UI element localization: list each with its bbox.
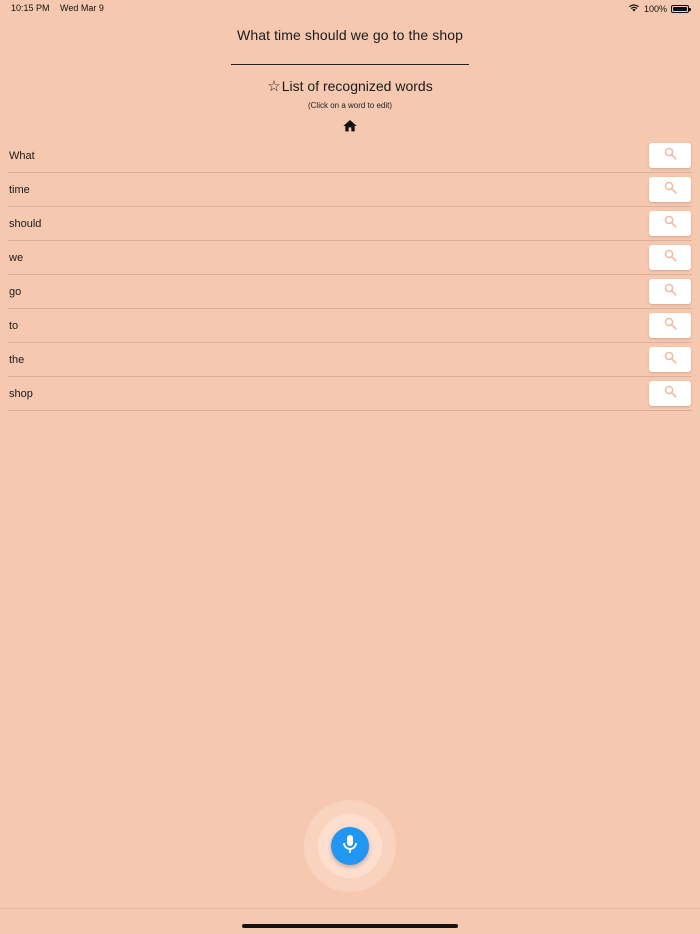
word-row[interactable]: time — [8, 173, 692, 207]
star-outline-icon: ☆ — [267, 78, 281, 95]
status-right: 100% — [628, 3, 691, 14]
microphone-button[interactable] — [331, 827, 369, 865]
recognized-sentence: What time should we go to the shop — [237, 27, 463, 43]
search-icon — [664, 317, 677, 335]
status-left: 10:15 PM Wed Mar 9 — [11, 3, 104, 13]
status-bar: 10:15 PM Wed Mar 9 100% — [0, 0, 700, 18]
search-button[interactable] — [649, 245, 691, 270]
divider — [231, 64, 469, 65]
status-date: Wed Mar 9 — [60, 3, 104, 13]
word-row[interactable]: What — [8, 139, 692, 173]
search-button[interactable] — [649, 279, 691, 304]
wifi-icon — [628, 3, 640, 14]
word-text[interactable]: should — [8, 218, 41, 230]
word-row[interactable]: to — [8, 309, 692, 343]
search-button[interactable] — [649, 381, 691, 406]
word-text[interactable]: time — [8, 184, 30, 196]
battery-icon — [671, 4, 691, 13]
search-icon — [664, 385, 677, 403]
word-text[interactable]: go — [8, 286, 21, 298]
search-button[interactable] — [649, 177, 691, 202]
word-text[interactable]: What — [8, 150, 35, 162]
word-row[interactable]: shop — [8, 377, 692, 411]
search-button[interactable] — [649, 347, 691, 372]
battery-fill — [673, 6, 687, 11]
word-row[interactable]: should — [8, 207, 692, 241]
word-list: What time should we go to the shop — [8, 139, 692, 411]
bottom-divider — [0, 908, 700, 909]
word-row[interactable]: the — [8, 343, 692, 377]
search-icon — [664, 147, 677, 165]
word-text[interactable]: we — [8, 252, 23, 264]
word-text[interactable]: to — [8, 320, 18, 332]
home-button[interactable] — [342, 118, 358, 134]
list-title: ☆List of recognized words — [0, 77, 700, 95]
search-button[interactable] — [649, 313, 691, 338]
edit-hint: (Click on a word to edit) — [307, 101, 393, 110]
microphone-icon — [341, 834, 359, 859]
word-row[interactable]: go — [8, 275, 692, 309]
search-button[interactable] — [649, 211, 691, 236]
search-icon — [664, 215, 677, 233]
list-title-text: List of recognized words — [281, 78, 433, 94]
search-icon — [664, 351, 677, 369]
word-text[interactable]: shop — [8, 388, 33, 400]
search-icon — [664, 249, 677, 267]
word-text[interactable]: the — [8, 354, 24, 366]
status-time: 10:15 PM — [11, 3, 50, 13]
battery-percent: 100% — [643, 3, 667, 14]
search-button[interactable] — [649, 143, 691, 168]
search-icon — [664, 181, 677, 199]
home-indicator[interactable] — [242, 924, 458, 928]
word-row[interactable]: we — [8, 241, 692, 275]
home-icon — [342, 120, 358, 138]
search-icon — [664, 283, 677, 301]
